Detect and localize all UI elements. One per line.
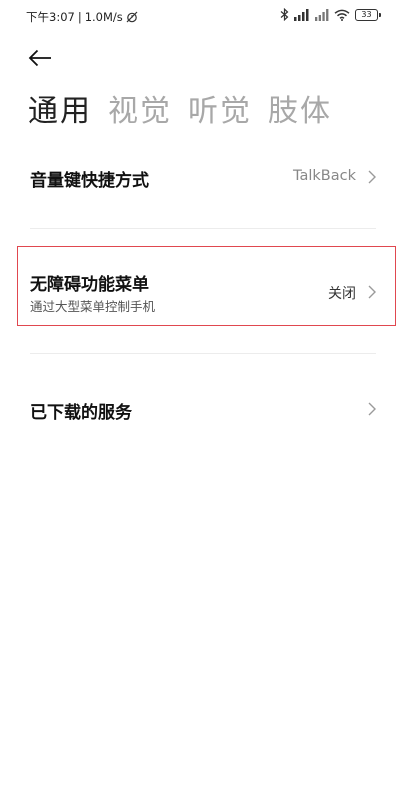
battery-level: 33 <box>361 10 372 19</box>
tab-hearing[interactable]: 听觉 <box>188 86 252 130</box>
status-right: 33 <box>280 8 381 21</box>
section-divider <box>30 228 376 229</box>
status-bar: 下午3:07 | 1.0M/s 33 <box>0 0 406 34</box>
downloaded-services-title: 已下载的服务 <box>30 403 132 423</box>
signal-icon <box>294 8 309 21</box>
bluetooth-icon <box>280 8 289 21</box>
status-left: 下午3:07 | 1.0M/s <box>26 9 138 25</box>
category-tabs: 通用 视觉 听觉 肢体 <box>28 86 332 130</box>
downloaded-services-item[interactable]: 已下载的服务 <box>0 382 406 438</box>
chevron-right-icon <box>368 402 376 416</box>
back-button[interactable] <box>28 42 60 74</box>
status-time: 下午3:07 <box>26 10 75 24</box>
status-separator: | <box>77 10 82 24</box>
section-divider <box>30 353 376 354</box>
network-speed: 1.0M/s <box>84 10 123 24</box>
battery-icon: 33 <box>355 8 381 21</box>
highlight-box <box>17 246 396 326</box>
volume-shortcut-value: TalkBack <box>293 168 356 184</box>
tab-vision[interactable]: 视觉 <box>108 86 172 130</box>
volume-shortcut-item[interactable]: 音量键快捷方式 TalkBack <box>0 150 406 206</box>
signal-icon-secondary <box>315 8 329 21</box>
tab-general[interactable]: 通用 <box>28 86 92 130</box>
tab-physical[interactable]: 肢体 <box>268 86 332 130</box>
alarm-off-icon <box>126 11 138 23</box>
volume-shortcut-title: 音量键快捷方式 <box>30 171 149 191</box>
back-arrow-icon <box>28 49 51 67</box>
wifi-icon <box>334 9 350 21</box>
chevron-right-icon <box>368 170 376 184</box>
